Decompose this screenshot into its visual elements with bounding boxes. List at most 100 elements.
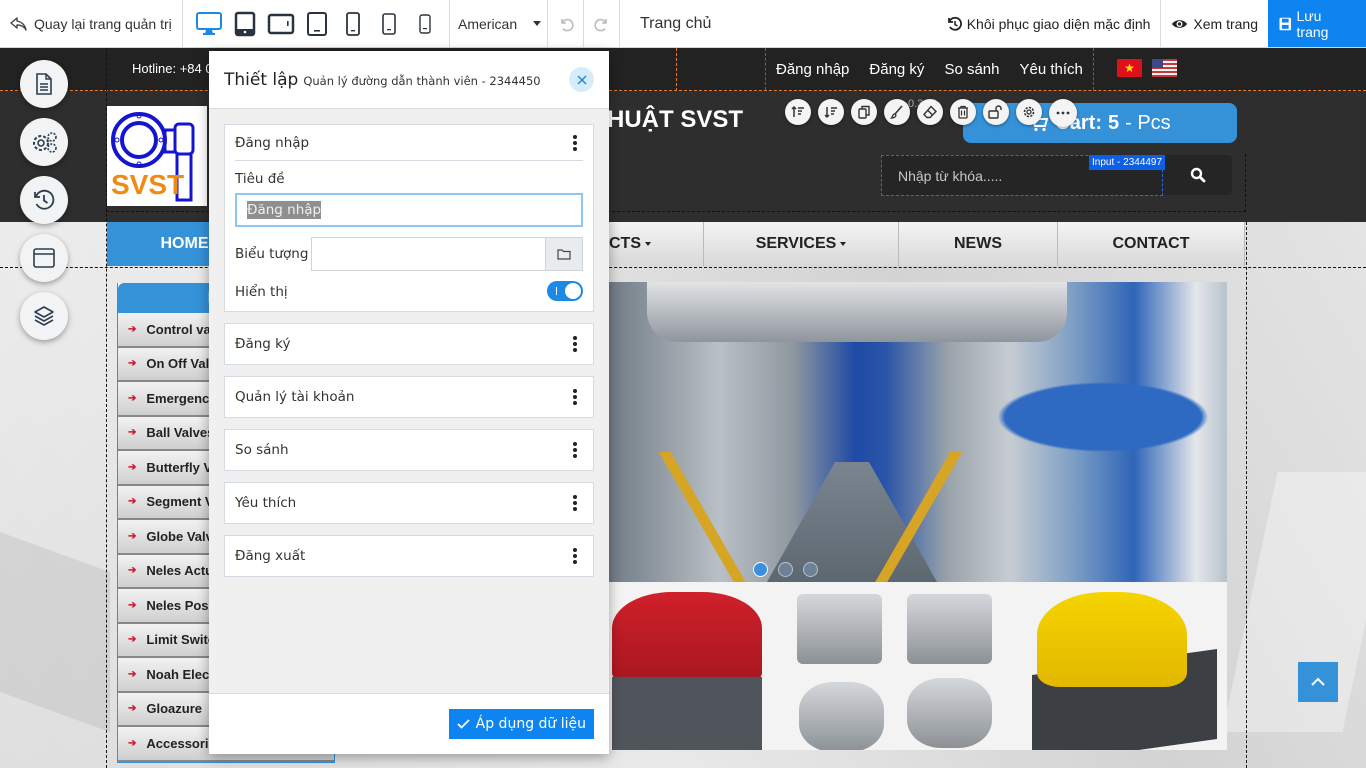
link-items-list: Đăng ký Quản lý tài khoản So sánh Yêu thích… xyxy=(224,323,594,577)
apply-data-button[interactable]: Áp dụng dữ liệu xyxy=(448,709,594,739)
duplicate-button[interactable] xyxy=(851,99,877,125)
lock-button[interactable] xyxy=(983,99,1009,125)
nav-home-label: HOME xyxy=(160,235,209,252)
device-mobile-small-button[interactable] xyxy=(409,8,441,40)
settings-button[interactable] xyxy=(20,118,68,166)
category-label: Gloazure xyxy=(146,701,203,717)
link-item[interactable]: Đăng ký xyxy=(224,323,594,365)
link-register[interactable]: Đăng ký xyxy=(869,61,924,78)
link-item[interactable]: Quản lý tài khoản xyxy=(224,376,594,418)
slider-dot[interactable] xyxy=(803,562,818,577)
document-icon xyxy=(36,73,52,95)
close-modal-button[interactable] xyxy=(569,67,594,92)
layers-button[interactable] xyxy=(20,292,68,340)
scroll-to-top-button[interactable] xyxy=(1298,662,1338,702)
modal-subtitle: Quản lý đường dẫn thành viên - 2344450 xyxy=(303,73,541,88)
nav-contact[interactable]: CONTACT xyxy=(1058,222,1245,266)
back-to-admin-button[interactable]: Quay lại trang quản trị xyxy=(0,0,183,47)
category-label: Limit Switc xyxy=(146,632,216,648)
layout-button[interactable] xyxy=(20,234,68,282)
save-page-label: Lưu trang xyxy=(1296,7,1329,40)
delete-button[interactable] xyxy=(950,99,976,125)
link-item-label: Đăng ký xyxy=(235,336,291,352)
slider-dot[interactable] xyxy=(778,562,793,577)
undo-button[interactable] xyxy=(548,0,584,47)
move-up-button[interactable] xyxy=(785,99,811,125)
history-button[interactable] xyxy=(20,176,68,224)
site-logo[interactable]: SVST xyxy=(107,106,207,206)
link-favorites[interactable]: Yêu thích xyxy=(1019,61,1082,78)
view-page-button[interactable]: Xem trang xyxy=(1161,0,1268,47)
redo-button[interactable] xyxy=(584,0,620,47)
device-mobile-medium-button[interactable] xyxy=(373,8,405,40)
category-label: Ball Valves xyxy=(146,425,215,441)
device-mobile-large-button[interactable] xyxy=(337,8,369,40)
link-item[interactable]: So sánh xyxy=(224,429,594,471)
eraser-icon xyxy=(923,105,937,119)
site-title: HUẬT SVST xyxy=(607,106,744,133)
kebab-menu-icon[interactable] xyxy=(567,334,583,354)
pages-button[interactable] xyxy=(20,60,68,108)
kebab-menu-icon[interactable] xyxy=(567,133,583,153)
sort-up-icon xyxy=(791,105,804,117)
element-settings-button[interactable] xyxy=(1016,99,1042,125)
cart-suffix: - Pcs xyxy=(1125,111,1171,134)
link-item-header[interactable]: Đăng ký xyxy=(225,324,593,364)
flag-usa-icon[interactable] xyxy=(1152,59,1177,77)
banner-image-detail xyxy=(647,282,1067,342)
kebab-menu-icon[interactable] xyxy=(567,387,583,407)
link-compare[interactable]: So sánh xyxy=(944,61,999,78)
link-item-header[interactable]: So sánh xyxy=(225,430,593,470)
account-links: Đăng nhập Đăng ký So sánh Yêu thích xyxy=(765,48,1094,90)
arrow-right-icon: ➔ xyxy=(128,358,137,370)
visible-toggle[interactable] xyxy=(547,281,583,301)
kebab-menu-icon[interactable] xyxy=(567,440,583,460)
title-field-label: Tiêu đề xyxy=(235,171,285,187)
layers-icon xyxy=(34,306,54,326)
more-icon xyxy=(1056,111,1070,115)
editor-toolbar: Quay lại trang quản trị American Trang c… xyxy=(0,0,1366,48)
link-item-header[interactable]: Đăng xuất xyxy=(225,536,593,576)
restore-default-button[interactable]: Khôi phục giao diện mặc định xyxy=(937,0,1162,47)
products-image xyxy=(607,582,1227,750)
kebab-menu-icon[interactable] xyxy=(567,546,583,566)
link-item-label: Đăng nhập xyxy=(235,134,310,151)
chevron-up-icon xyxy=(1311,677,1325,686)
language-select[interactable]: American xyxy=(450,0,548,47)
kebab-menu-icon[interactable] xyxy=(567,493,583,513)
editor-side-rail xyxy=(20,60,68,340)
device-tablet-portrait-button[interactable] xyxy=(301,8,333,40)
icon-picker-button[interactable] xyxy=(545,237,583,271)
link-item-header[interactable]: Yêu thích xyxy=(225,483,593,523)
link-item[interactable]: Yêu thích xyxy=(224,482,594,524)
link-login[interactable]: Đăng nhập xyxy=(776,61,849,78)
link-item-header[interactable]: Quản lý tài khoản xyxy=(225,377,593,417)
reply-arrow-icon xyxy=(10,16,28,32)
title-field[interactable]: Đăng nhập xyxy=(235,193,583,227)
device-tablet-large-button[interactable] xyxy=(229,8,261,40)
tablet-icon xyxy=(234,11,256,36)
clear-button[interactable] xyxy=(917,99,943,125)
style-button[interactable] xyxy=(884,99,910,125)
device-desktop-button[interactable] xyxy=(193,8,225,40)
slider-dot[interactable] xyxy=(753,562,768,577)
flag-vietnam-icon[interactable]: ★ xyxy=(1117,59,1142,77)
modal-body: Đăng nhập Tiêu đề Đăng nhập Biểu tượng H… xyxy=(209,109,609,577)
device-switcher xyxy=(183,0,450,47)
hero-slider[interactable] xyxy=(607,282,1227,582)
copy-icon xyxy=(858,105,870,119)
save-page-button[interactable]: Lưu trang xyxy=(1268,0,1366,47)
nav-services[interactable]: SERVICES xyxy=(704,222,899,266)
link-item[interactable]: Đăng xuất xyxy=(224,535,594,577)
nav-news[interactable]: NEWS xyxy=(899,222,1058,266)
icon-field[interactable] xyxy=(311,237,545,271)
more-options-button[interactable] xyxy=(1049,99,1077,127)
device-tablet-landscape-button[interactable] xyxy=(265,8,297,40)
settings-modal: Thiết lập Quản lý đường dẫn thành viên -… xyxy=(209,51,609,754)
link-item-header[interactable]: Đăng nhập xyxy=(235,125,583,161)
search-button[interactable] xyxy=(1163,155,1232,195)
move-down-button[interactable] xyxy=(818,99,844,125)
product-limit-switch xyxy=(797,594,882,664)
category-label: Emergency xyxy=(146,390,217,406)
trash-icon xyxy=(958,105,968,119)
